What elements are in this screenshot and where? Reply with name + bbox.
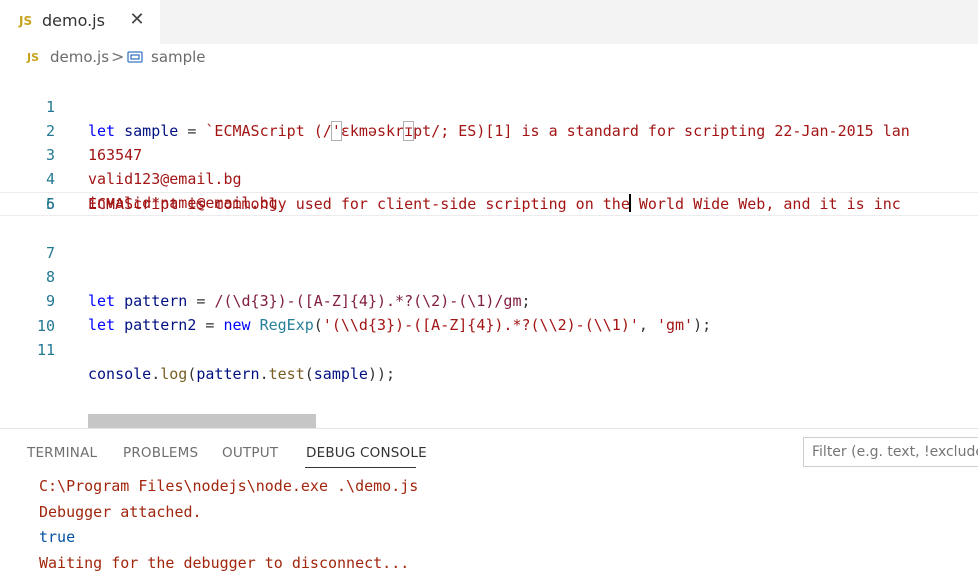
code-line: 7 xyxy=(0,217,978,262)
tab-terminal[interactable]: TERMINAL xyxy=(27,445,97,461)
line-number: 6 xyxy=(45,195,55,213)
bottom-panel: TERMINAL PROBLEMS OUTPUT DEBUG CONSOLE F… xyxy=(0,429,978,584)
code-line: 3 valid123@email.bg xyxy=(0,119,978,188)
console-line: true xyxy=(39,528,76,546)
tab-output[interactable]: OUTPUT xyxy=(222,445,278,461)
code-line: 1 let sample = `ECMAScript (/'ɛkməskrɪpt… xyxy=(0,71,978,141)
console-line: Debugger attached. xyxy=(39,503,202,521)
code-line: 2 163547 xyxy=(0,95,978,164)
tab-problems[interactable]: PROBLEMS xyxy=(123,445,198,461)
javascript-file-icon: JS xyxy=(19,14,33,28)
code-line: 5 xyxy=(0,168,978,213)
code-text: ECMAScript is commonly used for client-s… xyxy=(88,194,901,213)
line-number: 11 xyxy=(36,341,55,359)
code-text: console.log(pattern.test(sample)); xyxy=(88,365,396,383)
chevron-right-icon: > xyxy=(111,47,125,66)
horizontal-scrollbar[interactable] xyxy=(88,414,316,428)
variable-symbol-icon xyxy=(127,51,143,63)
close-icon[interactable]: ✕ xyxy=(127,9,147,31)
code-line-current: 6 ECMAScript is commonly used for client… xyxy=(0,192,978,216)
filter-input[interactable]: Filter (e.g. text, !exclude) xyxy=(803,437,978,467)
breadcrumb-symbol[interactable]: sample xyxy=(151,48,206,66)
tab-title: demo.js xyxy=(42,11,105,30)
console-line: Waiting for the debugger to disconnect..… xyxy=(39,554,410,572)
code-line: 9 let pattern2 = new RegExp('(\\d{3})-([… xyxy=(0,265,978,334)
tab-demo-js[interactable]: JS demo.js ✕ xyxy=(0,0,160,44)
breadcrumb: JS demo.js > sample xyxy=(0,46,978,70)
code-line: 4 invalid*name@email.bg xyxy=(0,143,978,212)
code-editor[interactable]: 1 let sample = `ECMAScript (/'ɛkməskrɪpt… xyxy=(0,70,978,428)
tab-debug-console[interactable]: DEBUG CONSOLE xyxy=(306,445,427,461)
code-line: 10 xyxy=(0,290,978,335)
console-line: C:\Program Files\nodejs\node.exe .\demo.… xyxy=(39,477,419,495)
code-line: 11 console.log(pattern.test(sample)); xyxy=(0,314,978,383)
active-tab-indicator xyxy=(305,467,416,468)
javascript-file-icon: JS xyxy=(27,51,40,64)
editor-tab-bar: JS demo.js ✕ xyxy=(0,0,978,44)
code-line: 8 let pattern = /(\d{3})-([A-Z]{4}).*?(\… xyxy=(0,241,978,310)
breadcrumb-file[interactable]: demo.js xyxy=(50,48,109,66)
